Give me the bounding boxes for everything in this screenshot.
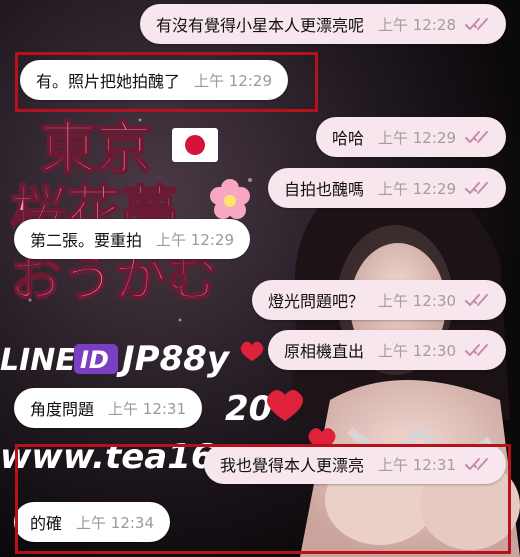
message-text: 有沒有覺得小星本人更漂亮呢 [155,16,364,35]
message-timestamp: 上午 12:28 [378,15,456,34]
read-receipt-double-check-icon [465,18,488,30]
poster-number-fragment: 20 [225,389,272,429]
message-text: 我也覺得本人更漂亮 [219,456,364,475]
message-timestamp: 上午 12:29 [194,71,273,90]
poster-id-badge: ID [80,346,109,374]
incoming-message-bubble[interactable]: 的確 上午 12:34 [14,502,171,542]
outgoing-message-bubble[interactable]: 原相機直出 上午 12:30 [267,330,506,370]
message-timestamp: 上午 12:29 [156,230,235,249]
message-text: 原相機直出 [283,342,364,361]
outgoing-message-bubble[interactable]: 有沒有覺得小星本人更漂亮呢 上午 12:28 [139,4,506,44]
poster-line-label: LINE [0,343,76,378]
message-text: 第二張。要重拍 [30,231,143,250]
read-receipt-double-check-icon [465,344,488,356]
poster-title-line1: 東京 [40,116,152,182]
outgoing-message-bubble[interactable]: 燈光問題吧？ 上午 12:30 [251,280,506,320]
message-text: 的確 [30,514,63,533]
message-timestamp: 上午 12:30 [378,341,456,360]
message-timestamp: 上午 12:29 [378,128,456,147]
message-timestamp: 上午 12:31 [378,455,456,474]
message-timestamp: 上午 12:30 [378,291,456,310]
message-text: 燈光問題吧？ [267,292,364,311]
japan-flag-icon [172,128,218,162]
outgoing-message-bubble[interactable]: 哈哈 上午 12:29 [315,117,506,157]
message-text: 角度問題 [30,400,95,419]
read-receipt-double-check-icon [465,294,488,306]
outgoing-message-bubble[interactable]: 自拍也醜嗎 上午 12:29 [267,168,506,208]
poster-line-handle: JP88y [116,339,231,379]
read-receipt-double-check-icon [465,458,488,470]
message-timestamp: 上午 12:34 [76,513,155,532]
poster-url-fragment: www.tea16 [0,437,215,477]
message-text: 有。照片把她拍醜了 [36,72,181,91]
message-text: 哈哈 [331,129,364,148]
incoming-message-bubble[interactable]: 第二張。要重拍 上午 12:29 [14,219,251,259]
message-text: 自拍也醜嗎 [283,180,364,199]
read-receipt-double-check-icon [465,182,488,194]
incoming-message-bubble[interactable]: 有。照片把她拍醜了 上午 12:29 [20,60,289,100]
incoming-message-bubble[interactable]: 角度問題 上午 12:31 [14,388,203,428]
read-receipt-double-check-icon [465,131,488,143]
message-timestamp: 上午 12:31 [108,399,187,418]
outgoing-message-bubble[interactable]: 我也覺得本人更漂亮 上午 12:31 [203,444,506,484]
message-timestamp: 上午 12:29 [378,179,456,198]
